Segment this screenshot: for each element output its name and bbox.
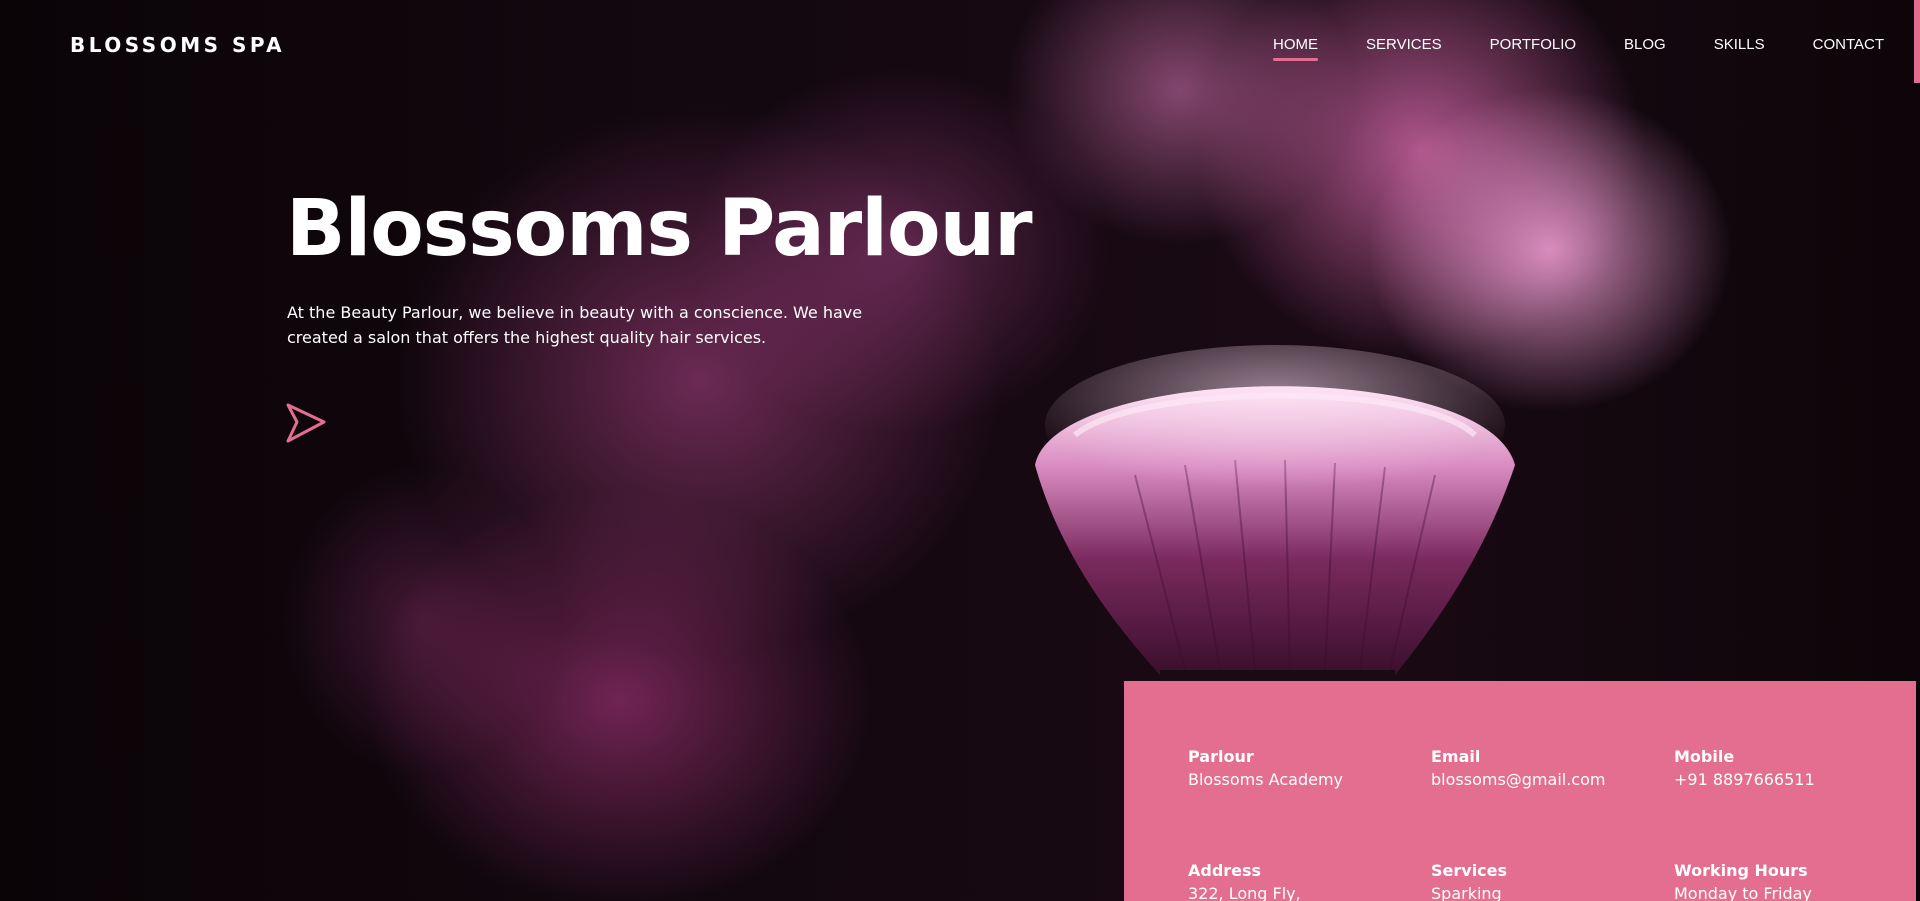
hero-title: Blossoms Parlour: [286, 184, 1033, 274]
info-parlour-label: Parlour: [1188, 747, 1254, 766]
info-hours-label: Working Hours: [1674, 861, 1808, 880]
info-services-label: Services: [1431, 861, 1508, 880]
hero-page: BLOSSOMS SPA HOME SERVICES PORTFOLIO BLO…: [0, 0, 1920, 901]
hero-description: At the Beauty Parlour, we believe in bea…: [287, 303, 863, 347]
play-triangle-outline-icon[interactable]: [284, 401, 328, 445]
info-address: Address 322, Long Fly,: [1188, 860, 1418, 901]
info-email-value[interactable]: blossoms@gmail.com: [1431, 768, 1661, 792]
info-mobile-label: Mobile: [1674, 747, 1735, 766]
info-mobile: Mobile +91 8897666511: [1674, 746, 1904, 792]
info-parlour: Parlour Blossoms Academy: [1188, 746, 1418, 792]
nav-item-home[interactable]: HOME: [1273, 36, 1319, 61]
info-address-label: Address: [1188, 861, 1262, 880]
main-nav: HOME SERVICES PORTFOLIO BLOG SKILLS CONT…: [1225, 36, 1884, 61]
contact-info-panel: Parlour Blossoms Academy Email blossoms@…: [1124, 681, 1916, 901]
info-address-value: 322, Long Fly,: [1188, 884, 1301, 901]
site-logo[interactable]: BLOSSOMS SPA: [70, 33, 285, 57]
info-email-label: Email: [1431, 747, 1481, 766]
info-hours: Working Hours Monday to Friday: [1674, 860, 1904, 901]
info-parlour-value: Blossoms Academy: [1188, 770, 1343, 789]
info-hours-value: Monday to Friday: [1674, 884, 1812, 901]
info-mobile-value[interactable]: +91 8897666511: [1674, 768, 1904, 792]
scroll-indicator[interactable]: [1914, 0, 1920, 83]
info-services-value: Sparking: [1431, 884, 1502, 901]
nav-item-portfolio[interactable]: PORTFOLIO: [1490, 36, 1576, 53]
nav-item-contact[interactable]: CONTACT: [1813, 36, 1884, 53]
makeup-brush-image: [1035, 345, 1515, 685]
info-email: Email blossoms@gmail.com: [1431, 746, 1661, 792]
nav-item-services[interactable]: SERVICES: [1366, 36, 1442, 53]
info-services: Services Sparking: [1431, 860, 1661, 901]
nav-item-skills[interactable]: SKILLS: [1714, 36, 1765, 53]
nav-item-blog[interactable]: BLOG: [1624, 36, 1666, 53]
